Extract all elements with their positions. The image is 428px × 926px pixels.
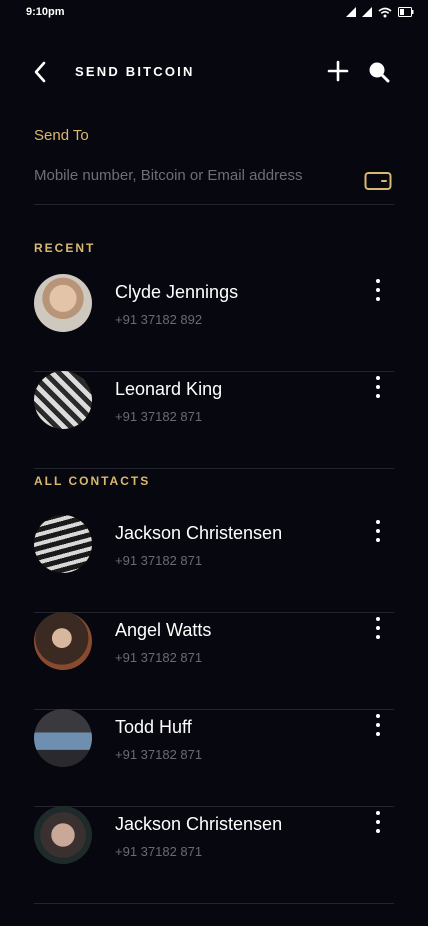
- avatar: [34, 515, 92, 573]
- contact-row[interactable]: Jackson Christensen +91 37182 871: [34, 515, 394, 613]
- contact-phone: +91 37182 871: [115, 553, 203, 568]
- contact-row[interactable]: Clyde Jennings +91 37182 892: [34, 274, 394, 372]
- contact-name: Angel Watts: [115, 620, 212, 640]
- avatar: [34, 709, 92, 767]
- all-contacts-section-label: ALL CONTACTS: [34, 474, 151, 488]
- more-options-button[interactable]: [372, 519, 384, 543]
- signal-icon: [346, 7, 356, 17]
- avatar: [34, 612, 92, 670]
- contact-phone: +91 37182 871: [115, 409, 203, 424]
- more-options-button[interactable]: [372, 375, 384, 399]
- contact-name: Jackson Christensen: [115, 523, 283, 543]
- more-options-button[interactable]: [372, 713, 384, 737]
- add-icon: [327, 60, 349, 82]
- recipient-field: [34, 158, 394, 205]
- wallet-icon: [364, 172, 392, 190]
- contact-name: Clyde Jennings: [115, 282, 239, 302]
- status-bar: 9:10pm: [0, 0, 428, 24]
- avatar: [34, 806, 92, 864]
- contact-phone: +91 37182 871: [115, 844, 203, 859]
- search-button[interactable]: [366, 59, 392, 85]
- page-title: SEND BITCOIN: [75, 64, 195, 79]
- wallet-button[interactable]: [364, 170, 392, 192]
- contact-name: Jackson Christensen: [115, 814, 283, 834]
- contact-row[interactable]: Todd Huff +91 37182 871: [34, 709, 394, 807]
- more-options-button[interactable]: [372, 810, 384, 834]
- contact-phone: +91 37182 892: [115, 312, 203, 327]
- contact-row[interactable]: Jackson Christensen +91 37182 871: [34, 806, 394, 904]
- contact-phone: +91 37182 871: [115, 747, 203, 762]
- status-icons: [346, 7, 414, 18]
- contact-row[interactable]: Leonard King +91 37182 871: [34, 371, 394, 469]
- back-icon: [34, 61, 46, 83]
- back-button[interactable]: [30, 60, 52, 84]
- status-time: 9:10pm: [26, 6, 65, 18]
- recent-section-label: RECENT: [34, 241, 96, 255]
- more-options-button[interactable]: [372, 616, 384, 640]
- more-options-button[interactable]: [372, 278, 384, 302]
- wifi-icon: [378, 7, 392, 17]
- app-header: SEND BITCOIN: [0, 52, 428, 92]
- contact-name: Todd Huff: [115, 717, 192, 737]
- add-button[interactable]: [326, 59, 350, 83]
- send-to-label: Send To: [34, 127, 89, 144]
- signal-icon: [362, 7, 372, 17]
- battery-icon: [398, 7, 414, 17]
- avatar: [34, 274, 92, 332]
- contact-row[interactable]: Angel Watts +91 37182 871: [34, 612, 394, 710]
- search-icon: [369, 62, 390, 83]
- contact-name: Leonard King: [115, 379, 223, 399]
- recipient-input[interactable]: [34, 158, 354, 192]
- contact-phone: +91 37182 871: [115, 650, 203, 665]
- avatar: [34, 371, 92, 429]
